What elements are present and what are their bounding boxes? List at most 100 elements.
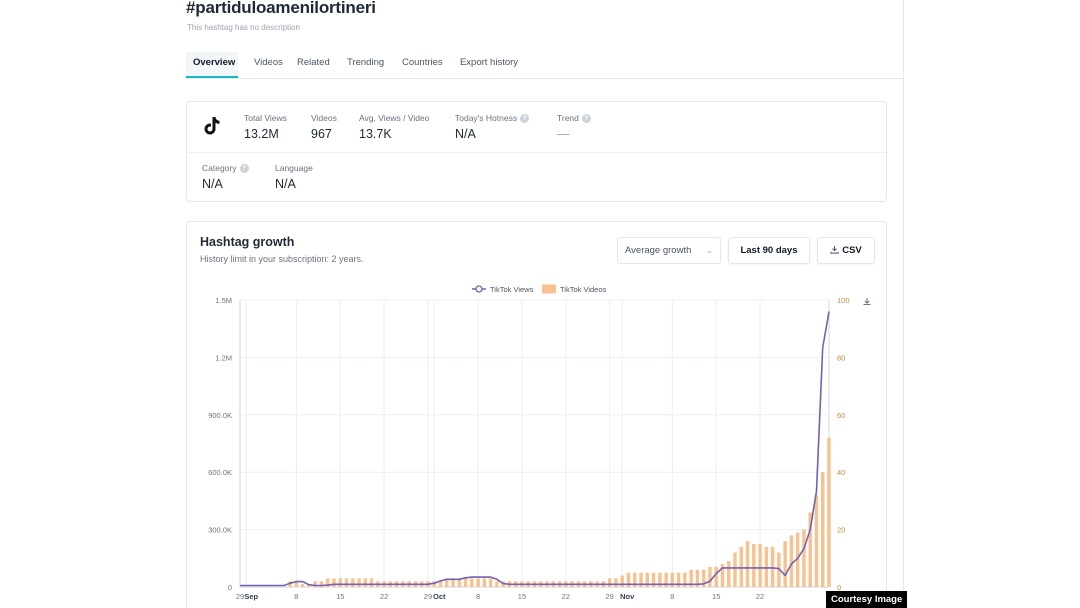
stat-category: Category? N/A [202,163,249,191]
hashtag-panel: #partiduloamenilortineri This hashtag ha… [176,0,904,608]
video-bar [363,578,368,587]
video-bar [338,578,342,587]
hashtag-description: This hashtag has no description [187,23,300,32]
y-right-tick-label: 40 [837,468,845,477]
video-bar [620,575,624,587]
stat-label: Trend [557,113,579,123]
stat-label: Total Views [244,113,287,123]
video-bar [739,546,743,587]
video-bar [727,561,731,587]
stat-value: 13.7K [359,127,392,141]
video-bar [332,578,336,587]
y-left-tick-label: 1.5M [215,296,232,305]
x-tick-label: 22 [562,592,570,601]
video-bar [733,552,737,587]
csv-button[interactable]: CSV [817,237,875,264]
stats-card: Total Views 13.2M Videos 967 Avg. Views … [186,101,887,202]
growth-mode-select[interactable]: Average growth ⌄ [617,237,721,264]
divider [187,152,886,153]
views-line [240,311,830,587]
video-bar [821,472,825,587]
video-bar [708,566,712,587]
growth-subtitle: History limit in your subscription: 2 ye… [200,254,364,264]
last-90-days-button[interactable]: Last 90 days [728,237,810,264]
y-right-tick-label: 100 [837,296,850,305]
x-tick-label: 22 [756,592,764,601]
video-bar [300,584,305,587]
legend-label: TikTok Views [490,285,534,294]
page-title: #partiduloamenilortineri [186,0,376,17]
stat-language: Language N/A [275,163,313,191]
x-tick-label: 22 [380,592,388,601]
tab-countries[interactable]: Countries [395,52,447,78]
tab-videos[interactable]: Videos [247,52,283,78]
stat-trend: Trend? — [557,113,591,141]
help-icon[interactable]: ? [239,164,249,174]
video-bar [607,578,612,587]
help-icon[interactable]: ? [581,114,591,124]
legend-label: TikTok Videos [560,285,607,294]
x-tick-label: Sep [244,592,258,601]
video-bar [351,578,355,587]
video-bar [614,578,618,587]
growth-mode-value: Average growth [625,245,692,256]
x-tick-label: Nov [620,592,635,601]
tab-export-history[interactable]: Export history [452,52,526,78]
chart-download-icon [863,298,871,305]
stat-value: 967 [311,127,332,141]
tab-trending[interactable]: Trending [340,52,390,78]
stat-avg-views: Avg. Views / Video 13.7K [359,113,429,141]
video-bar [783,541,787,587]
stat-value: 13.2M [244,127,279,141]
video-bar [745,541,750,587]
stat-videos: Videos 967 [311,113,337,141]
x-tick-label: 8 [670,592,674,601]
x-tick-label: 29 [606,592,614,601]
csv-label: CSV [842,245,862,256]
stat-value: N/A [275,177,296,191]
x-tick-label: 15 [712,592,720,601]
x-tick-label: 8 [294,592,298,601]
growth-title: Hashtag growth [200,235,295,249]
stat-label: Category [202,163,237,173]
chevron-down-icon: ⌄ [706,246,713,255]
video-bar [827,437,831,587]
video-bar [369,578,374,587]
help-icon[interactable]: ? [520,114,530,124]
y-left-tick-label: 300.0K [208,526,232,535]
video-bar [476,578,480,587]
growth-chart: 0300.0K600.0K900.0K1.2M1.5M0204060801002… [208,284,871,601]
page: #partiduloamenilortineri This hashtag ha… [0,0,1080,608]
video-bar [357,578,361,587]
video-bar [495,581,499,587]
stat-value: N/A [455,127,476,142]
stat-label: Today's Hotness [455,113,518,123]
video-bar [463,578,468,587]
x-tick-label: Oct [433,592,446,601]
y-left-tick-label: 600.0K [208,468,232,477]
y-right-tick-label: 80 [837,353,845,362]
video-bar [814,495,819,587]
tab-overview[interactable]: Overview [186,52,238,78]
y-right-tick-label: 60 [837,411,845,420]
growth-card: Hashtag growth History limit in your sub… [186,221,887,608]
video-bar [770,546,775,587]
stat-total-views: Total Views 13.2M [244,113,287,141]
y-left-tick-label: 0 [228,583,232,592]
video-bar [470,578,474,587]
x-tick-label: 15 [336,592,344,601]
y-left-tick-label: 900.0K [208,411,232,420]
x-tick-label: 15 [518,592,526,601]
stat-hotness: Today's Hotness? N/A [455,113,530,142]
courtesy-caption: Courtesy Image [826,591,908,608]
video-bar [802,529,806,587]
video-bar [789,535,794,587]
stat-label: Language [275,163,313,173]
stat-label: Avg. Views / Video [359,113,430,123]
video-bar [714,566,718,587]
video-bar [758,543,762,587]
tab-related[interactable]: Related [290,52,335,78]
x-tick-label: 8 [476,592,480,601]
video-bar [752,543,756,587]
y-right-tick-label: 20 [837,526,845,535]
